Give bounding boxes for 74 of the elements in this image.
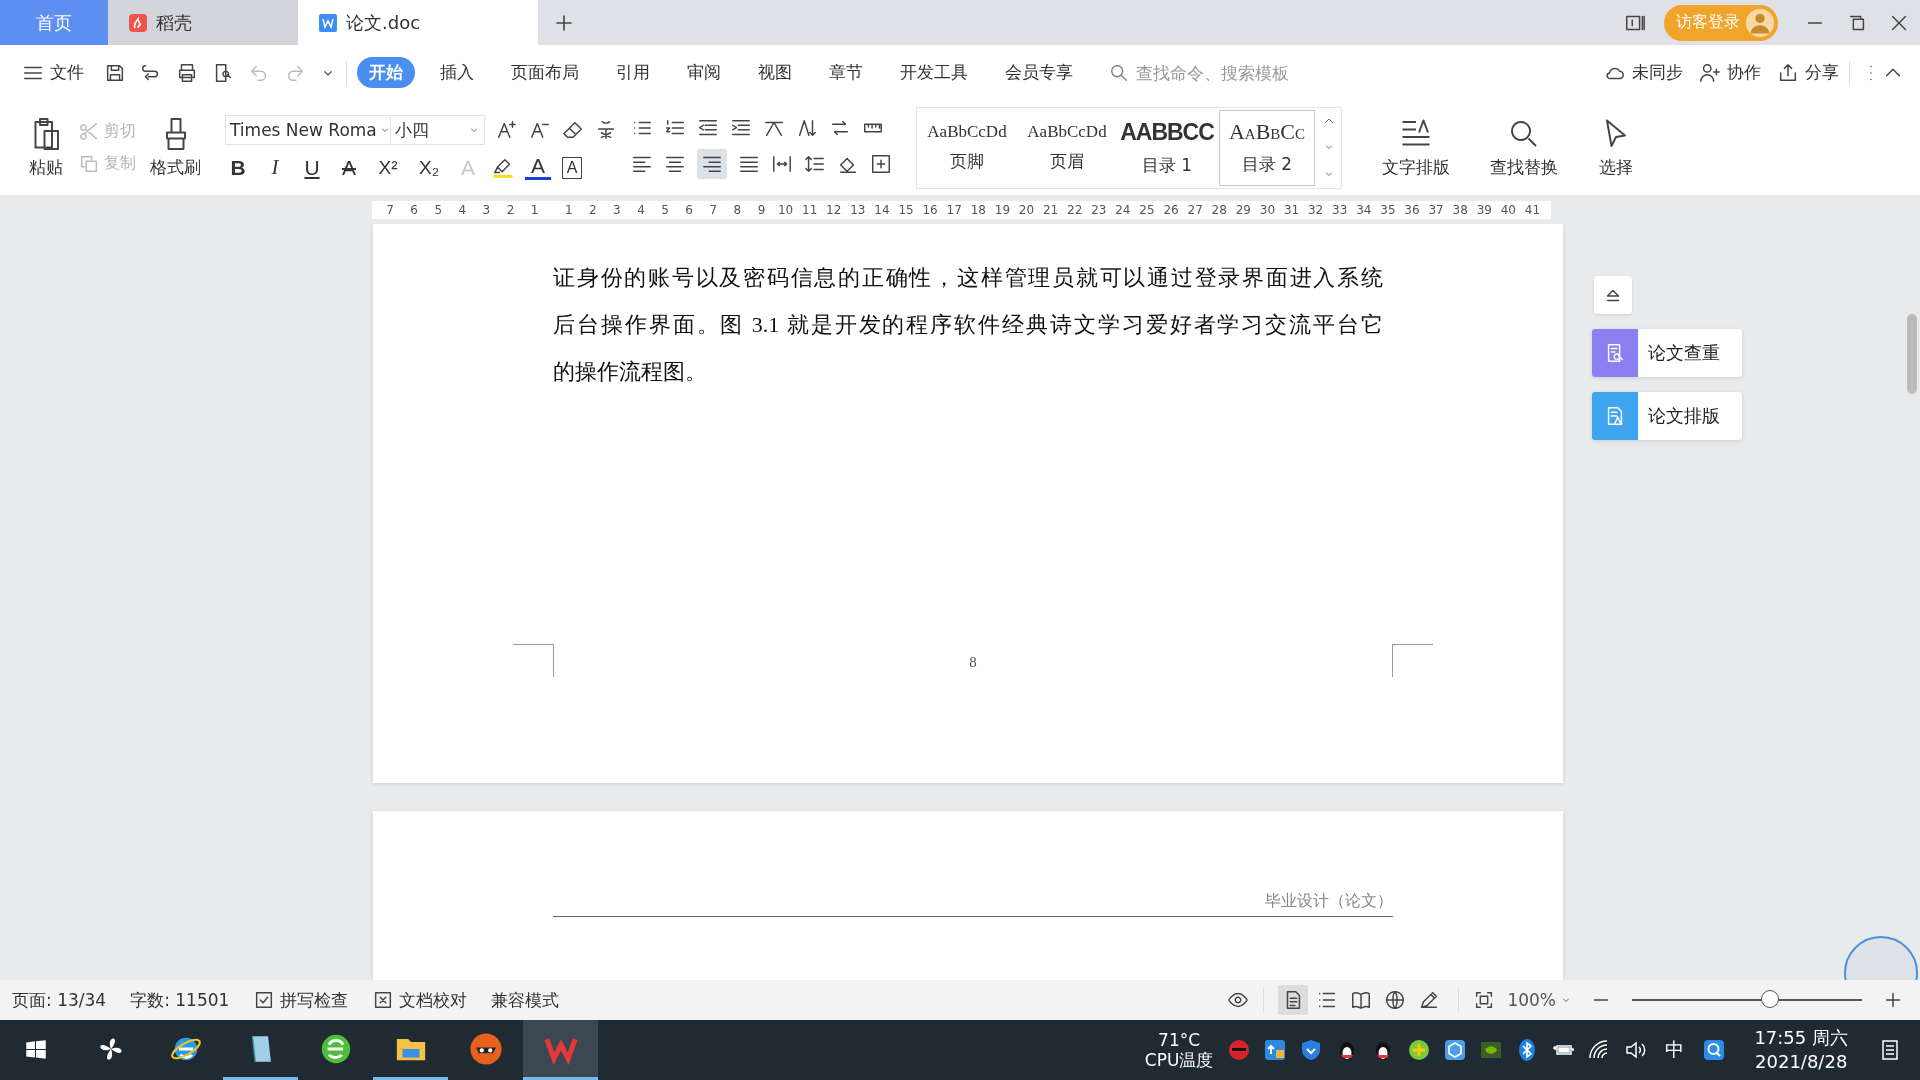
share-icon [1777,61,1799,84]
font-family-field[interactable]: Times New Roma [225,115,391,145]
grow-font-icon[interactable] [496,119,518,141]
collab-button[interactable]: 协作 [1699,61,1761,84]
status-text: 页面: 13/34 [12,988,107,1012]
command-search-field[interactable]: 查找命令、搜索模板 [1108,61,1338,84]
share-button[interactable]: 分享 [1777,61,1839,84]
ribbon-tab[interactable]: 引用 [604,57,662,88]
plus-circle-icon[interactable] [1407,1038,1432,1062]
format-button[interactable]: A [336,155,362,180]
ribbon-tab[interactable]: 开发工具 [888,57,980,88]
wps-app-button[interactable] [523,1020,598,1080]
borders-icon[interactable] [870,152,892,175]
corner-mark [513,644,554,677]
align-right-icon[interactable] [697,148,727,179]
print-icon[interactable] [176,61,198,84]
clock-date: 2021/8/28 [1755,1050,1848,1074]
spell-button[interactable]: 拼写检查 [253,988,349,1012]
status-text: 字数: 11501 [130,988,230,1012]
input-method-indicator[interactable]: 中 [1665,1037,1685,1063]
temperature-label: CPU温度 [1144,1050,1214,1070]
eraser-icon[interactable] [562,119,584,141]
proof-button[interactable]: 文档校对 [372,988,468,1012]
find-button[interactable]: 查找替换 [1490,116,1558,179]
temperature-reading: 71°C [1158,1030,1201,1050]
ruler: 7 6 5 4 3 2 1 1 2 3 4 5 6 7 8 9 10 11 12 13 14 15 16 17 18 19 20 21 22 23 24 25 26 27 28 29 30 31 32 33 34 35 36 37 38 39 40 41 [372,201,1551,219]
side-tool-button[interactable]: 论文查重 [1592,329,1742,377]
file-menu[interactable]: 文件 [22,61,84,84]
avatar-icon [1746,8,1774,37]
document-tab[interactable]: 稻壳 [108,0,298,45]
flame-icon [128,12,148,33]
ribbon-tab[interactable]: 审阅 [675,57,733,88]
ribbon-tab[interactable]: 章节 [817,57,875,88]
scissors-icon [78,120,100,143]
phonetic-guide-icon[interactable] [595,119,617,141]
format-button[interactable]: U [299,155,325,180]
format-button[interactable]: X² [373,156,403,179]
corner-mark [1392,644,1433,677]
zoom-slider-thumb[interactable] [1761,990,1779,1008]
zoom-dropdown[interactable]: 100% [1507,990,1572,1010]
font-size-field[interactable]: 小四 [390,115,485,145]
page-view-icon[interactable] [1278,985,1309,1015]
select-button[interactable]: 选择 [1598,116,1634,179]
page-number: 8 [969,653,977,671]
ribbon-tab[interactable]: 插入 [428,57,486,88]
style-item[interactable]: AaBbCc 目录 2 [1217,107,1317,188]
highlighter-icon[interactable] [492,156,514,179]
format-button[interactable]: I [262,155,288,180]
format-button[interactable]: A [562,156,582,179]
status-text: 兼容模式 [491,988,560,1012]
style-item[interactable]: AaBbCcDd 页脚 [917,107,1017,188]
document-tab[interactable]: 论文.doc [298,0,538,45]
ribbon-tab[interactable]: 视图 [746,57,804,88]
format-button[interactable]: X₂ [414,156,444,179]
collapse-icon[interactable] [1594,276,1632,314]
sync-button[interactable]: 未同步 [1604,61,1683,84]
style-item[interactable]: AaBbCcDd 页眉 [1017,107,1117,188]
format-button[interactable]: A [525,155,551,180]
style-item[interactable]: AABBCC 目录 1 [1117,107,1217,188]
ribbon-tab[interactable]: 会员专享 [993,57,1085,88]
body-paragraph: 证身份的账号以及密码信息的正确性，这样管理员就可以通过登录界面进入系统 后台操作界面。图 3.1 就是开发的程序软件经典诗文学习爱好者学习交流平台它 的操作流程图。 [553,264,1383,386]
search-app-icon[interactable] [1702,1038,1727,1062]
format-painter-button[interactable]: 格式刷 [150,116,201,179]
format-button[interactable]: B [225,155,251,180]
side-tool-button[interactable]: 论文排版 [1592,392,1742,440]
page-header: 毕业设计（论文） [1265,892,1393,909]
upload-app-icon[interactable] [1263,1038,1288,1062]
ribbon-tab[interactable]: 页面布局 [499,57,591,88]
document-w-icon [318,12,338,33]
userplus-icon [1699,61,1721,84]
paste-button[interactable]: 粘贴 [28,116,64,179]
layout-button[interactable]: 文字排版 [1382,116,1450,179]
raccoon-icon [468,1031,503,1066]
clock-time: 17:55 周六 [1754,1026,1848,1050]
